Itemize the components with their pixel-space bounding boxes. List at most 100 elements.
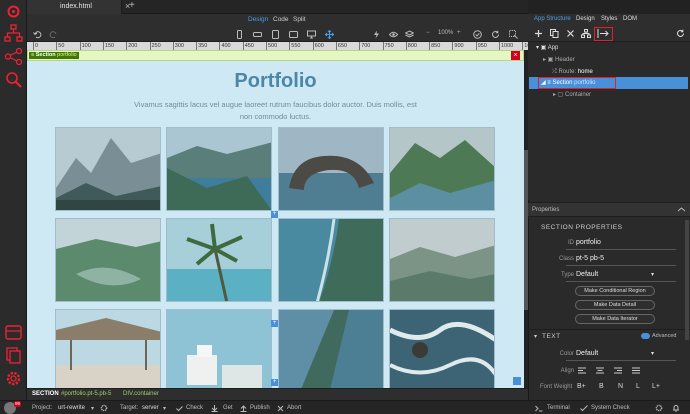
zoom-out-button[interactable]: − [426,30,430,36]
type-dropdown-icon[interactable]: ▾ [651,271,654,278]
layers-icon[interactable] [405,30,414,39]
terminal-button[interactable]: Terminal [547,405,570,411]
id-value-field[interactable]: portfolio [576,239,601,246]
notifications-bell-icon[interactable] [672,404,680,412]
logo-icon[interactable] [4,2,23,21]
tab-design[interactable]: Design [576,16,595,22]
preview-eye-icon[interactable] [389,30,398,39]
terminal-icon[interactable] [535,405,543,412]
tablet-icon[interactable] [271,30,280,39]
gallery-image-mist-hills[interactable] [389,218,495,302]
insert-point-icon[interactable]: + [271,320,278,327]
get-download-icon[interactable] [211,405,218,412]
refresh-structure-icon[interactable] [676,29,685,38]
tab-dom[interactable]: DOM [623,16,637,22]
breadcrumb-div[interactable]: DIV.container [123,391,159,397]
insert-point-icon[interactable]: + [271,211,278,218]
undo-icon[interactable] [33,30,42,39]
project-select[interactable]: urt-rewrite [58,405,85,411]
gallery-image-green-ridges[interactable] [389,127,495,211]
insert-point-icon[interactable]: + [271,379,278,386]
zoom-in-button[interactable]: + [457,30,461,36]
gallery-image-coast-hills[interactable] [166,127,272,211]
type-select[interactable]: Default [576,271,598,278]
color-select[interactable]: Default [576,350,598,357]
font-weight-bold[interactable]: B [599,383,604,390]
font-weight-light[interactable]: L [636,383,640,390]
redo-icon[interactable] [49,30,58,39]
check-circle-icon[interactable] [473,30,482,39]
delete-icon[interactable] [566,29,575,38]
gallery-image-rock-arch[interactable] [278,127,384,211]
interactive-mode-icon[interactable] [372,30,381,39]
abort-button[interactable]: Abort [287,405,301,411]
search-icon[interactable] [4,70,23,89]
tree-item-header[interactable]: ▸ ▣ Header [543,54,575,66]
make-data-detail-button[interactable]: Make Data Detail [575,300,655,310]
gallery-image-white-village[interactable] [166,309,272,393]
add-tab-button[interactable]: + [129,0,135,11]
font-weight-bolder[interactable]: B+ [577,383,586,390]
design-mode-button[interactable]: Design [248,16,268,23]
make-data-iterator-button[interactable]: Make Data Iterator [575,314,655,324]
section-badge[interactable]: ≡ Section portfolio [29,52,79,59]
files-icon[interactable] [4,346,23,365]
tab-app-structure[interactable]: App Structure [534,16,571,22]
code-mode-button[interactable]: Code [273,16,289,23]
gallery-image-valley[interactable] [55,218,161,302]
check-button[interactable]: Check [186,405,203,411]
gallery-image-beach-hut[interactable] [55,309,161,393]
align-right-icon[interactable] [614,367,622,374]
tab-index-html[interactable]: index.html × [27,0,130,14]
gallery-image-rocky-surf[interactable] [389,309,495,393]
font-weight-lighter[interactable]: L+ [652,383,660,390]
share-icon[interactable] [4,47,23,66]
section-delete-button[interactable]: × [511,51,520,60]
duplicate-icon[interactable] [550,29,559,38]
settings-gear-icon[interactable] [4,369,23,388]
mobile-device-icon[interactable] [235,30,244,39]
gallery-image-river-delta[interactable] [278,309,384,393]
font-weight-normal[interactable]: N [618,383,623,390]
properties-scrollbar[interactable] [685,220,689,340]
publish-button[interactable]: Publish [250,405,270,411]
tab-styles[interactable]: Styles [601,16,617,22]
project-dropdown-icon[interactable]: ▾ [91,405,94,412]
align-center-icon[interactable] [596,367,604,374]
tree-item-app[interactable]: ▾ ▣ App [536,42,558,54]
advanced-toggle[interactable] [641,333,650,339]
project-settings-gear-icon[interactable] [100,404,108,412]
settings-icon[interactable] [655,404,663,412]
target-dropdown-icon[interactable]: ▾ [163,405,166,412]
align-left-icon[interactable] [578,367,586,374]
text-section-chevron-icon[interactable]: ▾ [534,333,537,340]
database-icon[interactable] [4,323,23,342]
color-dropdown-icon[interactable]: ▾ [651,350,654,357]
gallery-image-mountain-cliff[interactable] [55,127,161,211]
fit-screen-icon[interactable] [325,30,334,39]
check-icon[interactable] [176,405,183,412]
align-justify-icon[interactable] [632,367,640,374]
system-check-icon[interactable] [580,405,588,412]
inspect-icon[interactable] [509,30,518,39]
add-icon[interactable] [534,29,543,38]
gallery-image-palm-beach[interactable] [166,218,272,302]
phone-landscape-icon[interactable] [253,30,262,39]
wrap-structure-icon[interactable] [581,29,591,38]
refresh-icon[interactable] [491,30,500,39]
target-select[interactable]: server [142,405,159,411]
gallery-image-aerial-shore[interactable] [278,218,384,302]
resize-corner-icon[interactable] [513,377,521,385]
publish-upload-icon[interactable] [240,405,247,412]
sitemap-icon[interactable] [4,24,23,43]
system-check-button[interactable]: System Check [591,405,630,411]
abort-icon[interactable] [277,405,284,412]
breadcrumb-section-selector[interactable]: #portfolio.pt-5.pb-5 [61,391,111,397]
make-conditional-region-button[interactable]: Make Conditional Region [575,286,655,296]
collapse-panel-icon[interactable] [677,206,686,215]
breadcrumb-section[interactable]: SECTION [32,391,59,397]
tablet-landscape-icon[interactable] [289,30,298,39]
get-button[interactable]: Get [223,405,233,411]
class-value-field[interactable]: pt-5 pb-5 [576,255,604,262]
desktop-icon[interactable] [307,30,316,39]
